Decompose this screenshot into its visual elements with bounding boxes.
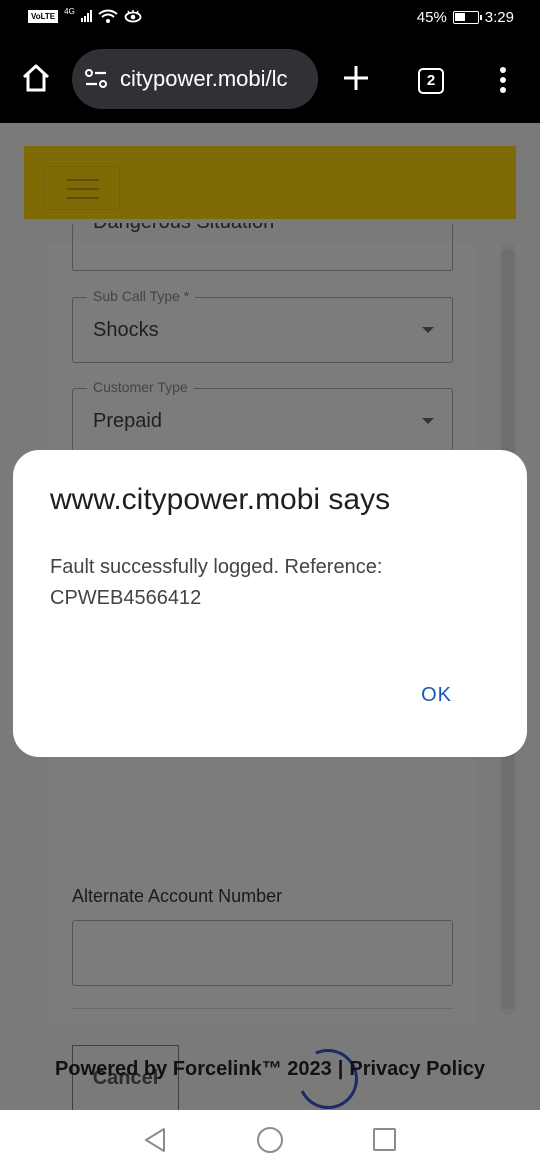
ok-button[interactable]: OK: [421, 684, 452, 707]
home-icon[interactable]: [20, 62, 52, 94]
url-fade: [288, 49, 318, 109]
tab-switcher-button[interactable]: 2: [418, 68, 444, 94]
dropdown-arrow-icon: [422, 418, 434, 424]
volte-badge: VoLTE: [28, 9, 59, 23]
alternate-account-input[interactable]: [72, 920, 453, 986]
recent-apps-icon[interactable]: [373, 1128, 396, 1151]
site-settings-icon[interactable]: [84, 68, 108, 90]
status-bar: VoLTE 4G 45% 3:29: [0, 0, 540, 38]
customer-type-label: Customer Type: [87, 379, 194, 395]
network-type: 4G: [64, 6, 75, 16]
more-menu-icon[interactable]: [497, 66, 509, 94]
sub-call-type-value: Shocks: [93, 319, 159, 341]
eye-comfort-icon: [124, 10, 142, 23]
alert-dialog: www.citypower.mobi says Fault successful…: [13, 450, 527, 757]
system-nav-bar: [0, 1110, 540, 1170]
dialog-message: Fault successfully logged. Reference: CP…: [50, 556, 383, 609]
site-header-banner: [24, 146, 516, 219]
sub-call-type-select[interactable]: Sub Call Type * Shocks: [72, 288, 453, 363]
hamburger-menu-button[interactable]: [44, 166, 120, 210]
alternate-account-label: Alternate Account Number: [72, 886, 283, 906]
footer-separator: |: [337, 1058, 344, 1080]
url-text[interactable]: citypower.mobi/lc: [120, 66, 288, 92]
form-divider: [72, 1008, 453, 1009]
wifi-icon: [98, 9, 118, 23]
call-type-value: Dangerous Situation: [93, 223, 274, 234]
page-footer: Powered by Forcelink™ 2023 | Privacy Polic…: [0, 1058, 540, 1081]
home-nav-icon[interactable]: [257, 1127, 283, 1153]
clock: 3:29: [484, 9, 514, 26]
privacy-policy-link[interactable]: Privacy Policy: [349, 1058, 485, 1080]
powered-by-text: Powered by Forcelink™ 2023: [54, 1058, 332, 1080]
customer-type-select[interactable]: Customer Type Prepaid: [72, 379, 453, 454]
customer-type-value: Prepaid: [93, 410, 162, 432]
back-icon[interactable]: [143, 1127, 167, 1153]
call-type-field[interactable]: Dangerous Situation: [72, 223, 453, 271]
address-bar[interactable]: citypower.mobi/lc: [72, 49, 318, 109]
dropdown-arrow-icon: [422, 327, 434, 333]
signal-icon: [80, 10, 92, 22]
status-left: VoLTE 4G: [28, 6, 142, 23]
dialog-title: www.citypower.mobi says: [50, 483, 391, 516]
new-tab-icon[interactable]: [340, 62, 372, 94]
battery-icon: [452, 11, 482, 24]
browser-toolbar: citypower.mobi/lc 2: [0, 38, 540, 123]
status-right: 45% 3:29: [417, 9, 514, 26]
battery-percent: 45%: [416, 9, 447, 26]
sub-call-type-label: Sub Call Type *: [87, 288, 196, 304]
